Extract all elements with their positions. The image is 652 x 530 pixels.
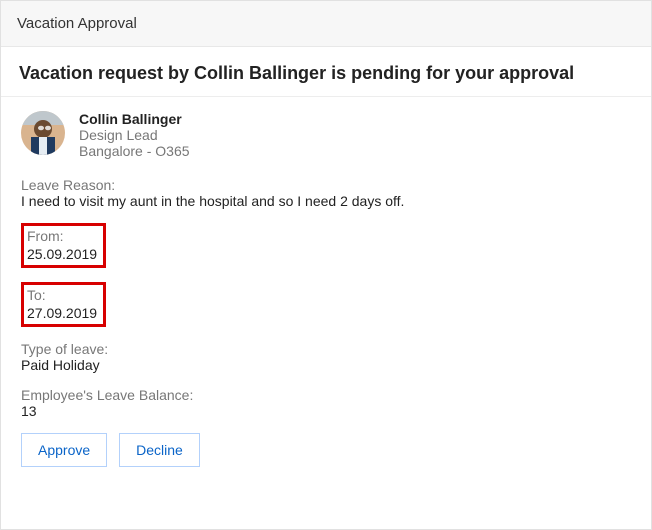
vacation-approval-card: Vacation Approval Vacation request by Co… (0, 0, 652, 530)
leave-type-value: Paid Holiday (21, 357, 631, 373)
balance-section: Employee's Leave Balance: 13 (21, 387, 631, 419)
card-body: Collin Ballinger Design Lead Bangalore -… (1, 97, 651, 483)
avatar-image (21, 111, 65, 155)
requester-name: Collin Ballinger (79, 111, 190, 127)
leave-reason-section: Leave Reason: I need to visit my aunt in… (21, 177, 631, 209)
leave-reason-value: I need to visit my aunt in the hospital … (21, 193, 631, 209)
leave-type-label: Type of leave: (21, 341, 631, 357)
to-section: To: 27.09.2019 (21, 282, 631, 327)
card-header-title: Vacation Approval (17, 15, 137, 32)
title-row: Vacation request by Collin Ballinger is … (1, 47, 651, 97)
requester-role: Design Lead (79, 127, 190, 143)
balance-label: Employee's Leave Balance: (21, 387, 631, 403)
from-label: From: (27, 228, 97, 246)
card-header: Vacation Approval (1, 1, 651, 47)
to-highlight: To: 27.09.2019 (21, 282, 106, 327)
requester-location: Bangalore - O365 (79, 143, 190, 159)
requester-block: Collin Ballinger Design Lead Bangalore -… (21, 111, 631, 159)
avatar (21, 111, 65, 155)
actions-row: Approve Decline (21, 433, 631, 467)
from-section: From: 25.09.2019 (21, 223, 631, 268)
to-label: To: (27, 287, 97, 305)
decline-button[interactable]: Decline (119, 433, 200, 467)
leave-reason-label: Leave Reason: (21, 177, 631, 193)
from-value: 25.09.2019 (27, 246, 97, 264)
from-highlight: From: 25.09.2019 (21, 223, 106, 268)
approve-button[interactable]: Approve (21, 433, 107, 467)
to-value: 27.09.2019 (27, 305, 97, 323)
balance-value: 13 (21, 403, 631, 419)
page-title: Vacation request by Collin Ballinger is … (19, 63, 633, 84)
requester-info: Collin Ballinger Design Lead Bangalore -… (79, 111, 190, 159)
leave-type-section: Type of leave: Paid Holiday (21, 341, 631, 373)
